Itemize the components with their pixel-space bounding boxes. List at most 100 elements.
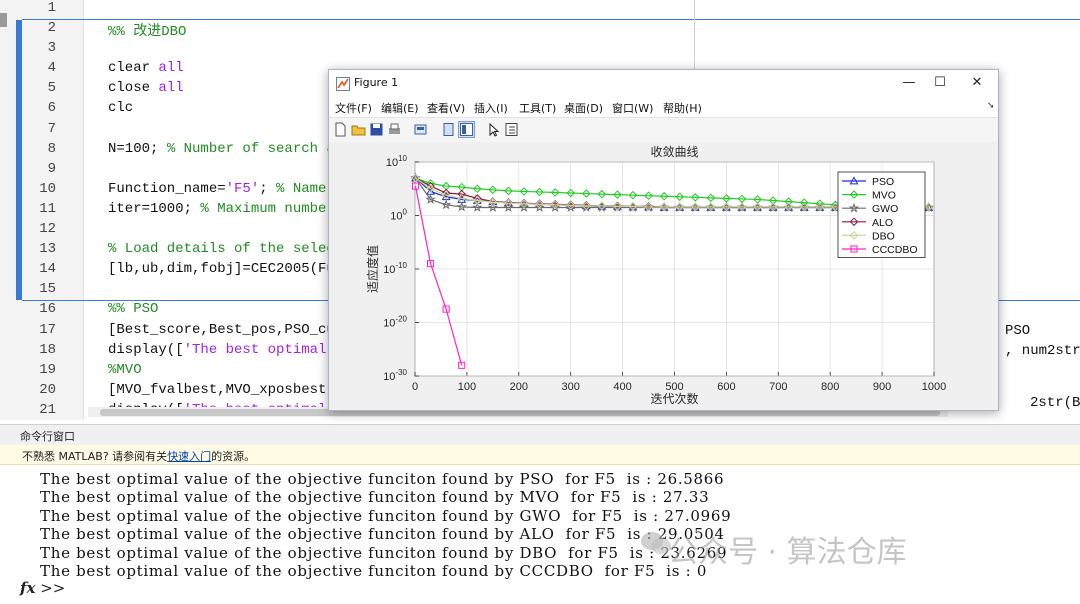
print-icon[interactable] xyxy=(387,122,402,137)
line-number: 16 xyxy=(39,301,56,318)
command-output: The best optimal value of the objective … xyxy=(40,470,731,580)
getting-started-link[interactable]: 快速入门 xyxy=(167,450,211,463)
code-token: clear xyxy=(108,60,159,77)
code-token: 'The best optimal va xyxy=(183,341,352,358)
line-number: 8 xyxy=(47,140,56,157)
line-number: 9 xyxy=(47,160,56,177)
line-number: 11 xyxy=(39,200,56,217)
line-number: 19 xyxy=(39,361,56,378)
line-number: 12 xyxy=(39,221,56,238)
code-token: % Maximum number xyxy=(200,200,344,217)
save-icon[interactable] xyxy=(369,122,384,137)
dock-icon[interactable] xyxy=(441,122,456,137)
code-token: %% 改进DBO xyxy=(108,24,187,41)
legend-label: PSO xyxy=(872,176,894,188)
legend-label: CCCDBO xyxy=(872,244,918,256)
x-tick-label: 400 xyxy=(613,381,631,393)
code-token: iter=1000; xyxy=(108,200,201,217)
command-window-header: 命令行窗口 xyxy=(0,424,1080,446)
menubar-chevron-icon[interactable]: ➘ xyxy=(987,101,995,111)
menu-view[interactable]: 查看(V) xyxy=(427,100,465,116)
command-prompt[interactable]: fx >> xyxy=(20,579,65,597)
x-axis-label: 迭代次数 xyxy=(650,391,698,406)
x-tick-label: 100 xyxy=(458,381,476,393)
close-button[interactable]: ✕ xyxy=(962,72,992,94)
code-token: all xyxy=(158,60,184,77)
line-number: 5 xyxy=(47,80,56,97)
code-token: % Load details of the selecte xyxy=(108,241,352,258)
menu-file[interactable]: 文件(F) xyxy=(335,100,372,116)
code-token: ; xyxy=(259,180,277,197)
layout-icon[interactable] xyxy=(458,121,475,138)
code-token: [lb,ub,dim,fobj]=CEC2005(Func xyxy=(108,261,352,278)
line-number: 1 xyxy=(47,0,56,16)
menu-edit[interactable]: 编辑(E) xyxy=(381,100,419,116)
x-tick-label: 800 xyxy=(821,381,839,393)
pointer-icon[interactable] xyxy=(486,122,501,137)
code-token: [MVO_fvalbest,MVO_xposbest,M xyxy=(108,381,344,398)
editor-gutter: 1 2 3 4 5 6 7 8 9 10 11 12 13 14 15 16 17 18 19 20 21 xyxy=(0,0,84,420)
line-number: 18 xyxy=(39,341,56,358)
chart-title: 收敛曲线 xyxy=(650,144,698,159)
watermark: 公众号 · 算法仓库 xyxy=(668,535,907,570)
code-line[interactable]: %% 改进DBO xyxy=(108,20,1080,40)
menu-window[interactable]: 窗口(W) xyxy=(612,100,653,116)
x-tick-label: 1000 xyxy=(922,381,946,393)
menu-insert[interactable]: 插入(I) xyxy=(474,100,508,116)
code-token: N=100; xyxy=(108,140,167,157)
legend-label: ALO xyxy=(872,217,893,229)
line-number: 2 xyxy=(47,20,56,37)
y-tick-label: 10-30 xyxy=(383,368,407,383)
menu-tools[interactable]: 工具(T) xyxy=(519,100,556,116)
line-number: 7 xyxy=(47,120,56,137)
export-icon[interactable] xyxy=(413,122,428,137)
figure-toolbar xyxy=(329,117,998,143)
figure-window[interactable]: Figure 1 — ☐ ✕ 文件(F) 编辑(E) 查看(V) 插入(I) 工… xyxy=(328,69,999,411)
line-number: 3 xyxy=(47,40,56,57)
y-axis-label: 适应度值 xyxy=(365,245,380,293)
scroll-marker xyxy=(0,13,7,27)
code-line[interactable] xyxy=(108,0,1080,20)
line-number: 20 xyxy=(39,381,56,398)
property-icon[interactable] xyxy=(504,122,519,137)
menu-desktop[interactable]: 桌面(D) xyxy=(564,100,603,116)
x-tick-label: 700 xyxy=(769,381,787,393)
code-token: close xyxy=(108,80,159,97)
minimize-button[interactable]: — xyxy=(894,72,924,94)
y-tick-label: 1010 xyxy=(386,154,408,169)
line-number: 4 xyxy=(47,60,56,77)
menu-help[interactable]: 帮助(H) xyxy=(663,100,702,116)
fx-icon[interactable]: fx xyxy=(20,579,35,597)
code-token: 'F5' xyxy=(225,180,260,197)
maximize-button[interactable]: ☐ xyxy=(925,72,955,94)
code-token: % Number of search ag xyxy=(166,140,344,157)
x-tick-label: 200 xyxy=(510,381,528,393)
code-overflow-fragment: PSO xyxy=(1005,322,1031,339)
legend-label: DBO xyxy=(872,230,895,242)
legend-label: MVO xyxy=(872,190,896,202)
legend-label: GWO xyxy=(872,203,898,215)
new-file-icon[interactable] xyxy=(333,122,348,137)
y-tick-label: 10-10 xyxy=(383,261,407,276)
code-token: display([ xyxy=(108,341,184,358)
line-number: 13 xyxy=(39,241,56,258)
code-line[interactable] xyxy=(108,40,1080,60)
x-tick-label: 0 xyxy=(412,381,418,393)
command-output-line: The best optimal value of the objective … xyxy=(40,525,725,544)
command-window-notice: 不熟悉 MATLAB? 请参阅有关快速入门的资源。 xyxy=(0,445,1080,465)
convergence-chart[interactable]: 0 100 200 300 400 500 600 700 800 900 100010101001… xyxy=(329,142,998,410)
line-number: 17 xyxy=(39,321,56,338)
line-numbers: 1 2 3 4 5 6 7 8 9 10 11 12 13 14 15 16 17 18 19 20 21 xyxy=(0,0,56,420)
open-folder-icon[interactable] xyxy=(351,122,366,137)
figure-title-bar[interactable]: Figure 1 — ☐ ✕ xyxy=(329,70,998,97)
command-output-line: The best optimal value of the objective … xyxy=(40,561,708,580)
command-output-line: The best optimal value of the objective … xyxy=(40,543,728,562)
command-output-line: The best optimal value of the objective … xyxy=(40,470,725,488)
y-tick-label: 100 xyxy=(390,208,407,223)
code-token: Function_name= xyxy=(108,180,226,197)
notice-prefix: 不熟悉 MATLAB? 请参阅有关 xyxy=(22,450,168,463)
line-number: 21 xyxy=(39,401,56,418)
x-tick-label: 600 xyxy=(717,381,735,393)
notice-suffix: 的资源。 xyxy=(211,450,256,463)
command-window-title: 命令行窗口 xyxy=(20,430,75,443)
